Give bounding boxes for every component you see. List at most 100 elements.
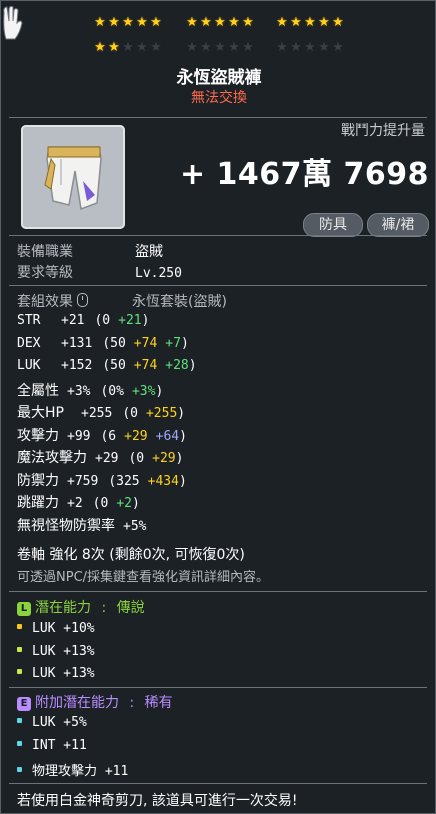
star-filled-icon: ★ [214, 15, 226, 30]
stat-total: +2 [67, 496, 83, 511]
bullet-icon [17, 740, 22, 746]
stat-bonus: +7 [165, 335, 181, 351]
stat-name: 跳躍力 [17, 495, 59, 511]
stat-total: +29 [95, 451, 119, 466]
item-icon-frame [21, 125, 125, 229]
star-filled-icon: ★ [276, 15, 288, 30]
additional-line: 物理攻擊力 +11 [17, 760, 128, 779]
stat-close: ) [155, 383, 164, 399]
star-empty-icon: ★ [122, 40, 134, 55]
star-empty-icon: ★ [332, 40, 344, 55]
level-row: 要求等級 Lv.250 [17, 262, 182, 282]
stat-row: LUK +152 (50 +74 +28) [17, 357, 197, 373]
star-empty-icon: ★ [304, 40, 316, 55]
stat-close: ) [131, 496, 140, 511]
potential-line: LUK +10% [17, 621, 95, 636]
stat-bonus: +64 [155, 428, 180, 444]
stat-name: DEX [17, 335, 41, 351]
stat-base: (50 [102, 358, 126, 373]
potential-line: LUK +13% [17, 644, 95, 659]
stat-bonus: +28 [165, 358, 189, 373]
stat-close: ) [179, 428, 187, 444]
bullet-icon [17, 646, 22, 652]
potential-line-text: LUK +13% [32, 666, 95, 681]
star-empty-icon: ★ [290, 40, 302, 55]
star-filled-icon: ★ [332, 15, 344, 30]
legendary-badge-icon: L [17, 602, 31, 616]
potential-header: L 潛在能力 : 傳說 [17, 597, 145, 617]
bullet-icon [17, 718, 22, 723]
star-force-row-1: ★ ★ ★ ★ ★ ★ ★ ★ ★ ★ ★ ★ ★ ★ ★ [93, 11, 363, 30]
star-filled-icon: ★ [108, 15, 120, 30]
set-effect-label: 套組效果 [17, 294, 73, 310]
item-name: 永恆盜賊褲 [176, 68, 262, 88]
divider [9, 687, 427, 688]
combat-power-value: + 1467萬 7698 [179, 157, 429, 192]
stat-row: 跳躍力 +2 (0 +2) [17, 492, 140, 512]
star-empty-icon: ★ [242, 40, 254, 55]
stat-base: (0 [94, 313, 111, 328]
star-empty-icon: ★ [200, 40, 212, 55]
stat-total: +152 [61, 358, 93, 373]
stat-base: (0 [128, 451, 145, 466]
stat-base: (0 [92, 496, 109, 511]
glove-cursor-icon [3, 5, 23, 40]
stat-row: DEX +131 (50 +74 +7) [17, 335, 189, 351]
star-filled-icon: ★ [108, 40, 120, 55]
additional-line: LUK +5% [17, 715, 87, 730]
star-empty-icon: ★ [186, 40, 198, 55]
mouse-icon [77, 293, 88, 307]
potential-line: LUK +13% [17, 666, 95, 681]
bullet-icon [17, 669, 22, 674]
additional-potential-label: 附加潛在能力 [35, 695, 119, 711]
stat-bonus: +74 [133, 335, 158, 351]
star-force-row-2: ★ ★ ★ ★ ★ ★ ★ ★ ★ ★ ★ ★ ★ ★ ★ [93, 36, 363, 55]
stat-name: 魔法攻擊力 [17, 450, 87, 466]
star-filled-icon: ★ [94, 40, 106, 55]
stat-close: ) [188, 358, 197, 373]
potential-label: 潛在能力 [35, 600, 91, 616]
additional-line: INT +11 [17, 738, 87, 753]
divider [9, 285, 427, 286]
stat-name: 防禦力 [17, 472, 59, 489]
star-filled-icon: ★ [186, 15, 198, 30]
additional-line-text: LUK +5% [32, 715, 87, 730]
stat-base: (325 [108, 473, 140, 489]
stat-total: +131 [61, 335, 93, 351]
additional-potential-header: E 附加潛在能力 : 稀有 [17, 692, 173, 712]
stat-bonus: +2 [116, 496, 132, 511]
bullet-icon [17, 767, 22, 772]
stat-close: ) [180, 335, 189, 351]
potential-separator: : [101, 600, 107, 616]
stat-total: +5% [123, 518, 147, 534]
epic-badge-icon: E [17, 697, 31, 711]
star-group: ★ ★ ★ ★ ★ [275, 36, 345, 55]
stat-row: 無視怪物防禦率 +5% [17, 515, 146, 535]
star-filled-icon: ★ [318, 15, 330, 30]
stat-base: (0 [122, 406, 138, 421]
divider [9, 117, 427, 118]
stat-base: (6 [100, 428, 117, 444]
stat-bonus: +29 [124, 428, 148, 444]
set-effect-value: 永恆套裝(盜賊) [132, 294, 227, 310]
star-filled-icon: ★ [94, 15, 106, 30]
stat-close: ) [141, 313, 150, 328]
trade-status: 無法交換 [191, 90, 247, 106]
stat-close: ) [178, 473, 187, 489]
bullet-icon [17, 624, 22, 629]
job-row: 裝備職業 盜賊 [17, 241, 163, 261]
stat-total: +3% [67, 383, 91, 399]
potential-line-text: LUK +10% [32, 621, 95, 636]
stat-row: 攻擊力 +99 (6 +29 +64) [17, 425, 187, 445]
stat-close: ) [175, 451, 184, 466]
stat-row: 魔法攻擊力 +29 (0 +29) [17, 447, 183, 467]
star-empty-icon: ★ [276, 40, 288, 55]
divider [9, 783, 427, 784]
star-filled-icon: ★ [304, 15, 316, 30]
set-effect-row[interactable]: 套組效果 永恆套裝(盜賊) [17, 291, 227, 311]
stat-name: 全屬性 [17, 382, 59, 399]
stat-total: +99 [67, 428, 91, 444]
combat-power-label: 戰鬥力提升量 [341, 123, 425, 139]
tag-pants-skirt: 褲/裙 [367, 213, 429, 237]
stat-bonus: +29 [152, 451, 176, 466]
